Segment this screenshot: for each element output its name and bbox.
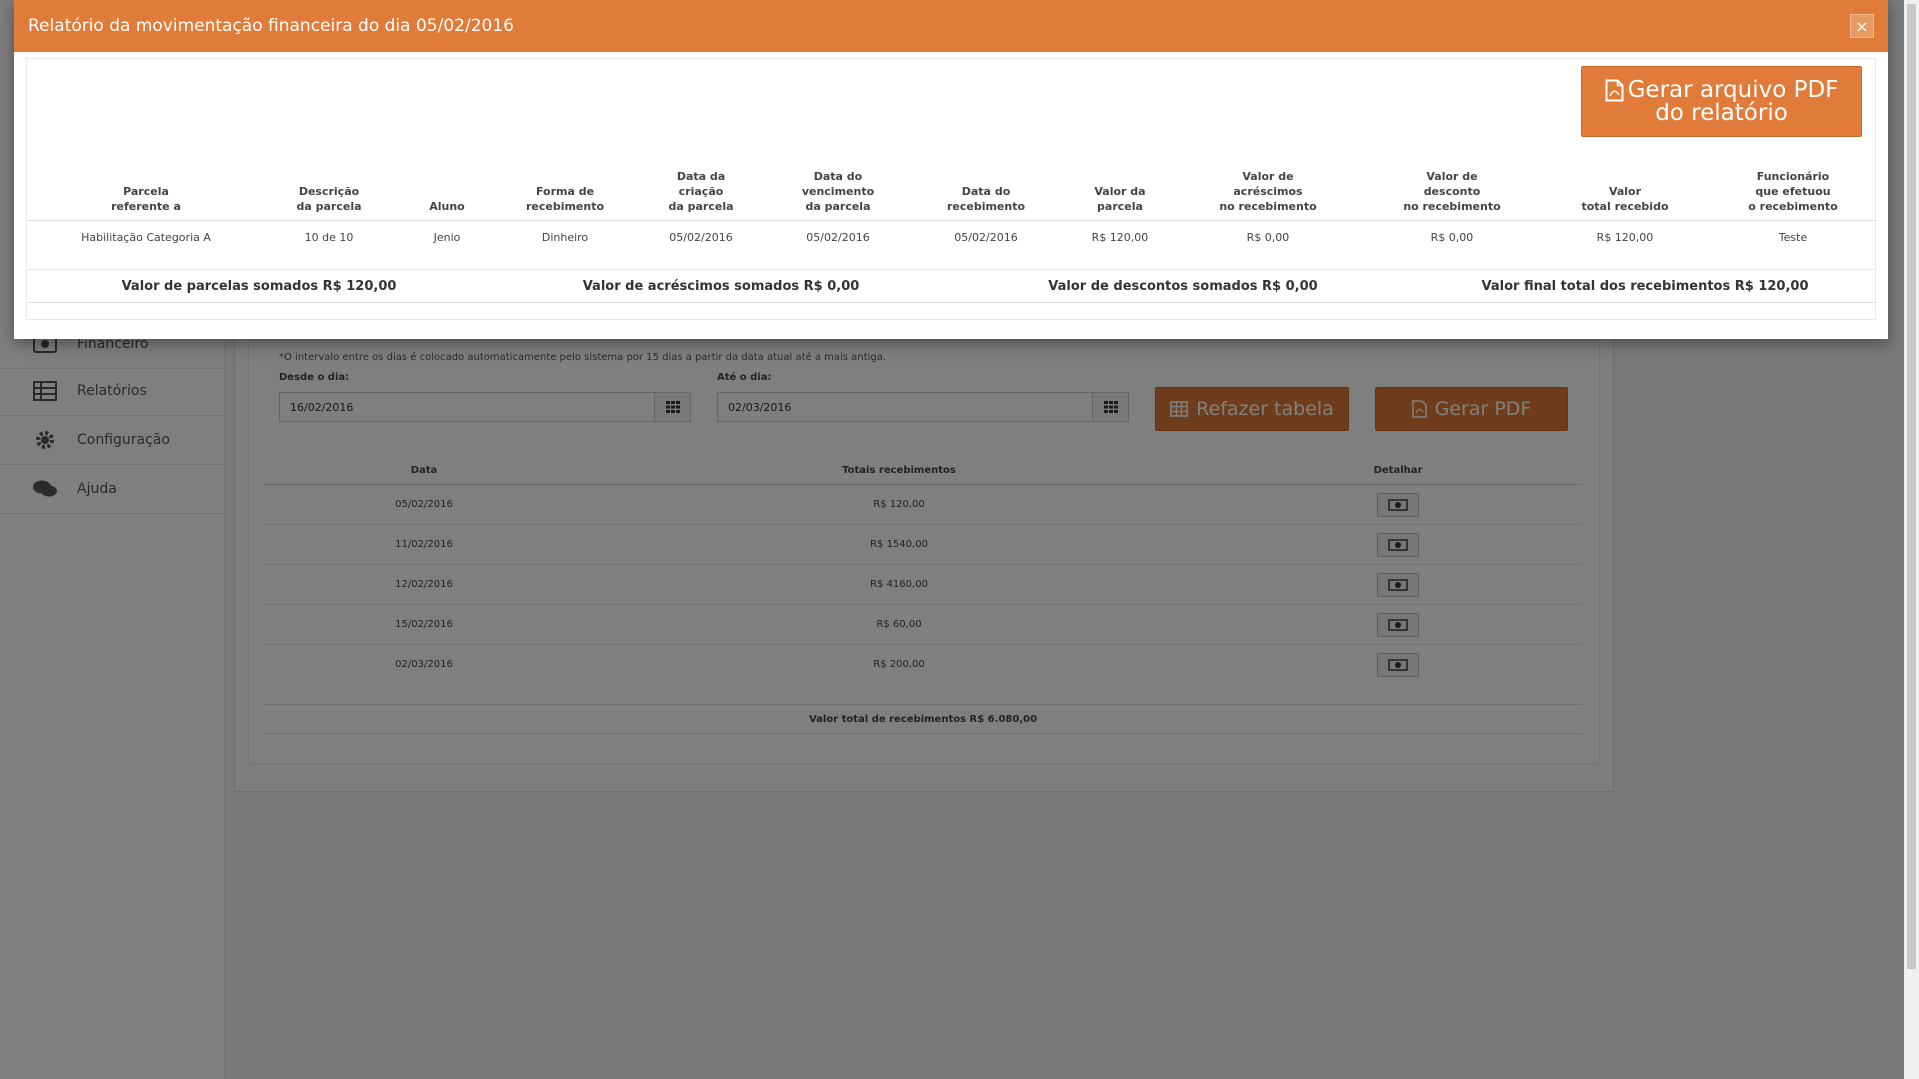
col-header-acrescimos: Valor de acréscimos no recebimento <box>1219 170 1317 213</box>
cell-desconto: R$ 0,00 <box>1430 230 1474 244</box>
table-row: Habilitação Categoria A 10 de 10 Jenio D… <box>28 221 1876 270</box>
col-header-vencimento: Data do vencimento da parcela <box>801 170 875 213</box>
report-table-header: Parcela referente a Descrição da parcela… <box>28 160 1876 221</box>
sum-final: Valor final total dos recebimentos R$ 12… <box>1481 278 1809 294</box>
close-icon: × <box>1855 16 1869 36</box>
col-header-criacao: Data da criação da parcela <box>668 170 734 213</box>
col-header-parcela: Parcela referente a <box>111 185 181 213</box>
modal-title: Relatório da movimentação financeira do … <box>28 16 514 36</box>
col-header-descricao: Descrição da parcela <box>296 185 362 213</box>
report-table: Parcela referente a Descrição da parcela… <box>28 160 1876 303</box>
sum-parcelas: Valor de parcelas somados R$ 120,00 <box>121 278 397 294</box>
sum-acrescimos: Valor de acréscimos somados R$ 0,00 <box>582 278 860 294</box>
col-header-forma: Forma de recebimento <box>525 185 605 213</box>
col-header-funcionario: Funcionário que efetuou o recebimento <box>1748 170 1838 213</box>
modal-header: Relatório da movimentação financeira do … <box>14 0 1888 52</box>
cell-parcela: Habilitação Categoria A <box>81 230 211 244</box>
report-modal: Relatório da movimentação financeira do … <box>14 0 1888 339</box>
col-header-desconto: Valor de desconto no recebimento <box>1403 170 1501 213</box>
cell-recebimento: 05/02/2016 <box>954 230 1018 244</box>
cell-vencimento: 05/02/2016 <box>806 230 870 244</box>
page-scrollbar[interactable] <box>1904 0 1919 1079</box>
col-header-recebimento: Data do recebimento <box>946 185 1026 213</box>
col-header-aluno: Aluno <box>429 200 465 213</box>
cell-descricao: 10 de 10 <box>304 230 354 244</box>
cell-criacao: 05/02/2016 <box>669 230 733 244</box>
col-header-valor-parcela: Valor da parcela <box>1094 185 1146 213</box>
cell-acrescimos: R$ 0,00 <box>1246 230 1290 244</box>
report-summary-row: Valor de parcelas somados R$ 120,00 Valo… <box>28 270 1876 303</box>
col-header-total-recebido: Valor total recebido <box>1581 185 1669 213</box>
modal-close-button[interactable]: × <box>1850 14 1874 38</box>
cell-total-recebido: R$ 120,00 <box>1596 230 1654 244</box>
cell-valor-parcela: R$ 120,00 <box>1091 230 1149 244</box>
cell-funcionario: Teste <box>1778 230 1808 244</box>
scrollbar-thumb[interactable] <box>1907 4 1916 969</box>
cell-forma: Dinheiro <box>541 230 589 244</box>
cell-aluno: Jenio <box>433 230 461 244</box>
sum-descontos: Valor de descontos somados R$ 0,00 <box>1048 278 1318 294</box>
